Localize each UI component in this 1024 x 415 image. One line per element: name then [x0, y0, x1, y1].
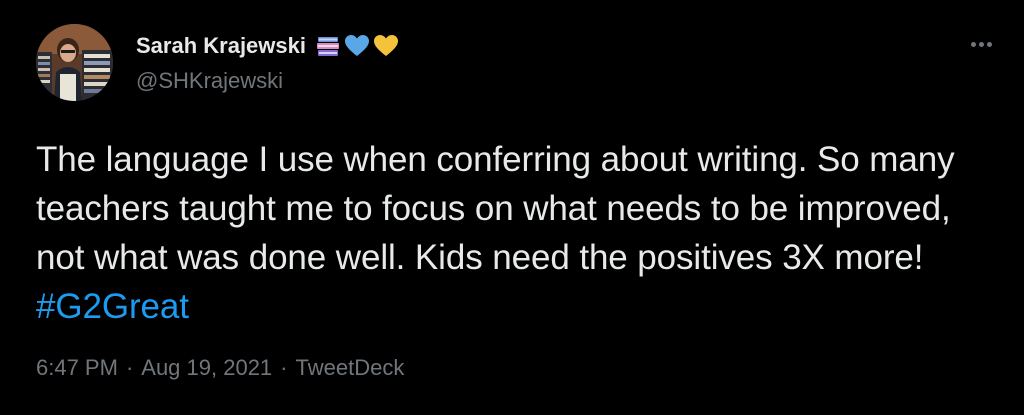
dot: [979, 41, 984, 47]
hashtag-link[interactable]: #G2Great: [36, 287, 189, 326]
display-name[interactable]: Sarah Krajewski: [136, 33, 306, 59]
tweet-meta: 6:47 PM · Aug 19, 2021 · TweetDeck: [36, 355, 404, 381]
more-options-icon[interactable]: [971, 34, 992, 54]
author-info: Sarah Krajewski @SHKrajewski: [136, 30, 399, 94]
tweet-date[interactable]: Aug 19, 2021: [141, 355, 272, 381]
dot: [971, 41, 976, 47]
tweet-time[interactable]: 6:47 PM: [36, 355, 118, 381]
dot: [987, 41, 992, 47]
avatar[interactable]: [36, 24, 113, 101]
name-row: Sarah Krajewski: [136, 30, 399, 62]
yellow-heart-icon: [373, 35, 398, 56]
tweet-source[interactable]: TweetDeck: [296, 355, 405, 381]
tweet-body: The language I use when conferring about…: [36, 140, 955, 277]
separator: ·: [280, 355, 288, 380]
tweet-text: The language I use when conferring about…: [36, 135, 1006, 331]
user-handle[interactable]: @SHKrajewski: [136, 68, 399, 94]
name-emojis: [315, 34, 399, 58]
tweet-card: Sarah Krajewski @SHKrajewski The languag…: [0, 0, 1024, 415]
avatar-image: [36, 24, 113, 101]
blue-heart-icon: [344, 35, 369, 56]
books-icon: [316, 37, 339, 56]
separator: ·: [125, 355, 134, 380]
